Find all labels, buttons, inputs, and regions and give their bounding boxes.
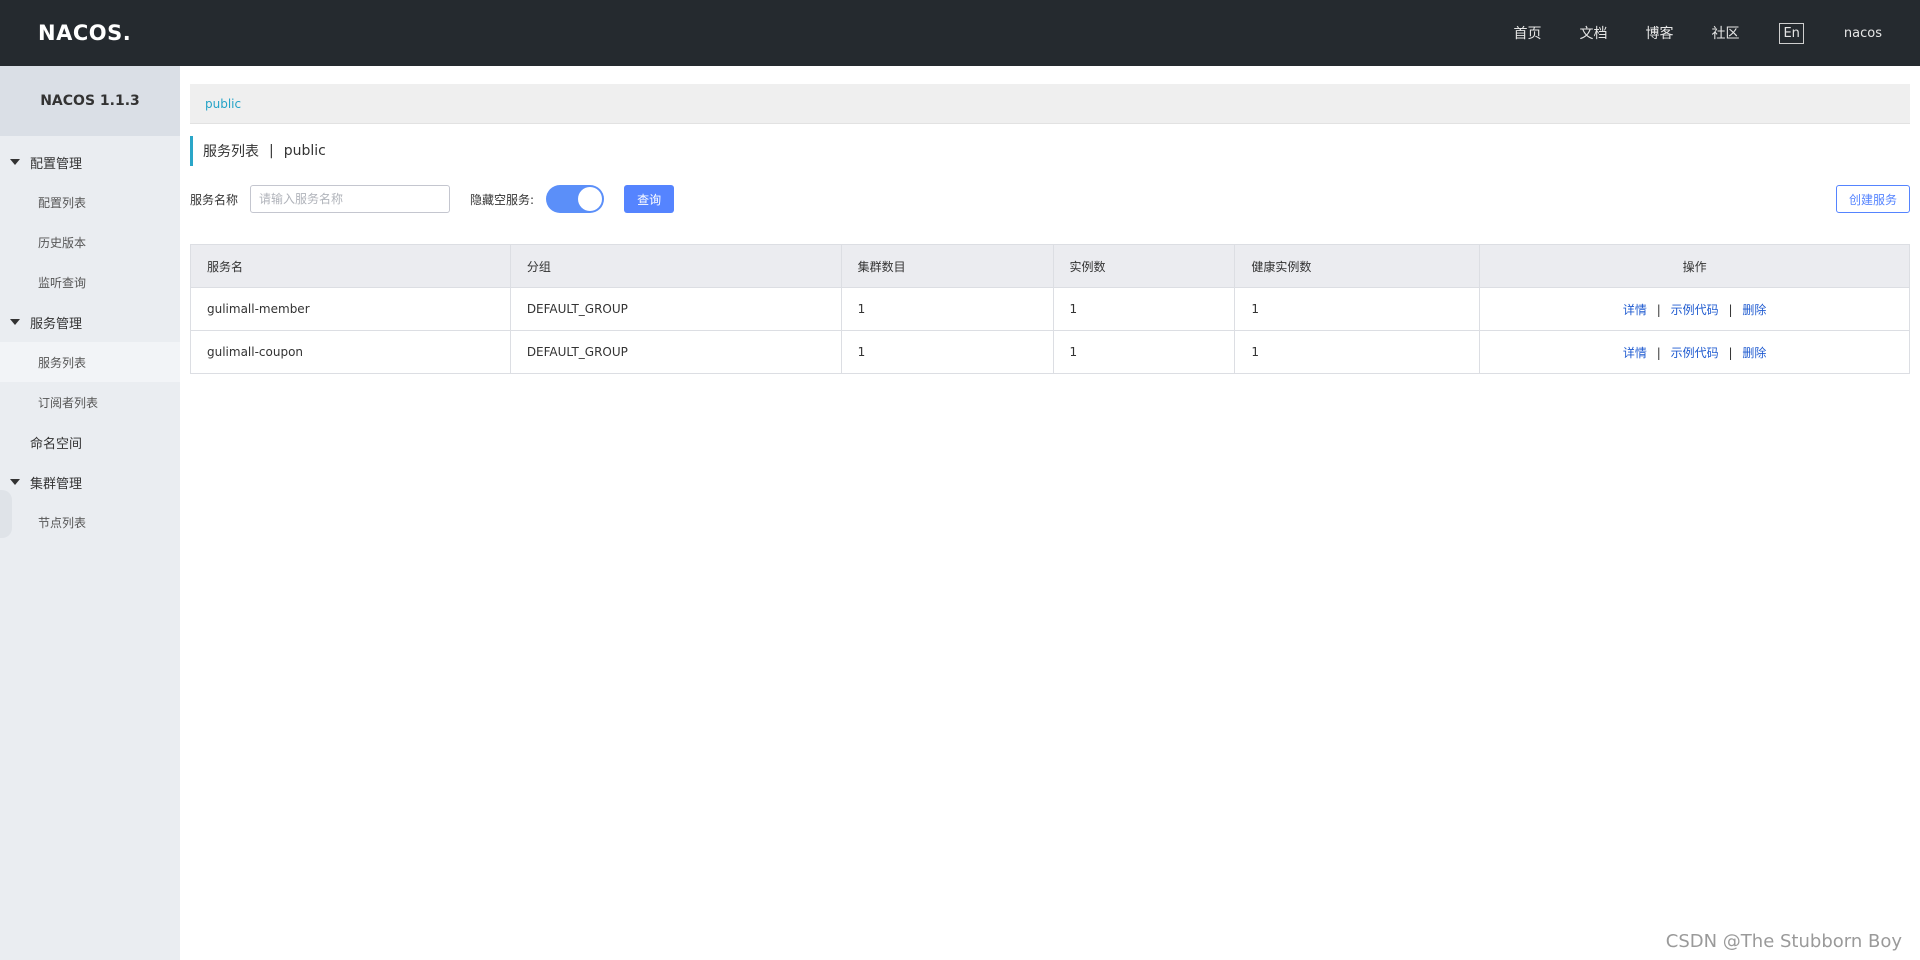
cell-healthy: 1 xyxy=(1234,287,1481,331)
search-toolbar: 服务名称 隐藏空服务: 查询 创建服务 xyxy=(190,184,1910,214)
query-button[interactable]: 查询 xyxy=(624,185,675,213)
sidebar-item-config-list[interactable]: 配置列表 xyxy=(0,182,180,222)
user-menu[interactable]: nacos xyxy=(1844,26,1882,41)
delete-link[interactable]: 删除 xyxy=(1742,303,1766,317)
namespace-link-public[interactable]: public xyxy=(205,97,241,111)
cell-healthy: 1 xyxy=(1234,330,1481,374)
nav-home[interactable]: 首页 xyxy=(1513,23,1541,43)
delete-link[interactable]: 删除 xyxy=(1742,346,1766,360)
column-header-group: 分组 xyxy=(509,244,842,288)
cell-service-name: gulimall-member xyxy=(190,287,511,331)
sidebar-title: NACOS 1.1.3 xyxy=(0,66,180,136)
top-header: NACOS. 首页 文档 博客 社区 En nacos xyxy=(0,0,1920,66)
caret-down-icon xyxy=(10,159,20,165)
namespace-bar: public xyxy=(190,84,1910,124)
table-header-row: 服务名 分组 集群数目 实例数 健康实例数 操作 xyxy=(190,244,1910,288)
create-service-button[interactable]: 创建服务 xyxy=(1835,185,1910,213)
column-header-clusters: 集群数目 xyxy=(840,244,1054,288)
page-title-namespace: public xyxy=(283,143,326,159)
sidebar-item-service-list[interactable]: 服务列表 xyxy=(0,342,180,382)
menu-group-label: 命名空间 xyxy=(30,436,83,452)
page-title-separator: | xyxy=(269,143,274,159)
nacos-logo[interactable]: NACOS. xyxy=(38,16,131,50)
caret-down-icon xyxy=(10,479,20,485)
op-separator: | xyxy=(1728,302,1733,317)
detail-link[interactable]: 详情 xyxy=(1623,303,1647,317)
cell-clusters: 1 xyxy=(840,287,1054,331)
sample-code-link[interactable]: 示例代码 xyxy=(1671,303,1719,317)
main-content: public 服务列表 | public 服务名称 隐藏空服务: 查询 创建服务… xyxy=(190,66,1910,960)
menu-group-label: 配置管理 xyxy=(30,156,83,172)
sidebar-item-history[interactable]: 历史版本 xyxy=(0,222,180,262)
sample-code-link[interactable]: 示例代码 xyxy=(1671,346,1719,360)
cell-ops: 详情 | 示例代码 | 删除 xyxy=(1479,330,1910,374)
detail-link[interactable]: 详情 xyxy=(1623,346,1647,360)
cell-service-name: gulimall-coupon xyxy=(190,330,511,374)
table-row: gulimall-coupon DEFAULT_GROUP 1 1 1 详情 |… xyxy=(190,330,1910,374)
table-row: gulimall-member DEFAULT_GROUP 1 1 1 详情 |… xyxy=(190,287,1910,331)
menu-group-namespace[interactable]: 命名空间 xyxy=(0,422,180,462)
menu-group-cluster[interactable]: 集群管理 xyxy=(0,462,180,502)
sidebar-item-node-list[interactable]: 节点列表 xyxy=(0,502,180,542)
sidebar-menu: 配置管理 配置列表 历史版本 监听查询 服务管理 服务列表 订阅者列表 命名空间… xyxy=(0,136,180,542)
cell-clusters: 1 xyxy=(840,330,1054,374)
cell-instances: 1 xyxy=(1052,330,1236,374)
column-header-healthy: 健康实例数 xyxy=(1234,244,1481,288)
menu-group-config[interactable]: 配置管理 xyxy=(0,142,180,182)
hide-empty-label: 隐藏空服务: xyxy=(470,192,535,207)
service-name-label: 服务名称 xyxy=(190,192,239,207)
menu-group-label: 集群管理 xyxy=(30,476,83,492)
column-header-service-name: 服务名 xyxy=(190,244,511,288)
op-separator: | xyxy=(1656,302,1661,317)
caret-down-icon xyxy=(10,319,20,325)
nav-blog[interactable]: 博客 xyxy=(1645,23,1673,43)
sidebar: NACOS 1.1.3 配置管理 配置列表 历史版本 监听查询 服务管理 服务列… xyxy=(0,66,180,960)
nav-community[interactable]: 社区 xyxy=(1711,23,1739,43)
top-nav: 首页 文档 博客 社区 En nacos xyxy=(1475,0,1882,66)
sidebar-item-listener-query[interactable]: 监听查询 xyxy=(0,262,180,302)
cell-group: DEFAULT_GROUP xyxy=(509,287,842,331)
op-separator: | xyxy=(1728,345,1733,360)
logo-text: NACOS. xyxy=(38,21,132,45)
menu-group-label: 服务管理 xyxy=(30,316,83,332)
column-header-ops: 操作 xyxy=(1479,244,1910,288)
page-title-label: 服务列表 xyxy=(203,144,259,160)
cell-group: DEFAULT_GROUP xyxy=(509,330,842,374)
language-switch[interactable]: En xyxy=(1779,22,1804,44)
sidebar-item-subscriber-list[interactable]: 订阅者列表 xyxy=(0,382,180,422)
cell-instances: 1 xyxy=(1052,287,1236,331)
page-title: 服务列表 | public xyxy=(190,136,326,166)
hide-empty-toggle[interactable] xyxy=(546,185,605,213)
service-name-input[interactable] xyxy=(250,185,451,213)
sidebar-collapse-handle[interactable] xyxy=(0,490,12,538)
column-header-instances: 实例数 xyxy=(1052,244,1236,288)
watermark: CSDN @The Stubborn Boy xyxy=(1665,931,1902,952)
service-table: 服务名 分组 集群数目 实例数 健康实例数 操作 gulimall-member… xyxy=(190,244,1910,374)
nav-docs[interactable]: 文档 xyxy=(1579,23,1607,43)
op-separator: | xyxy=(1656,345,1661,360)
menu-group-service[interactable]: 服务管理 xyxy=(0,302,180,342)
cell-ops: 详情 | 示例代码 | 删除 xyxy=(1479,287,1910,331)
toggle-knob xyxy=(578,187,603,211)
